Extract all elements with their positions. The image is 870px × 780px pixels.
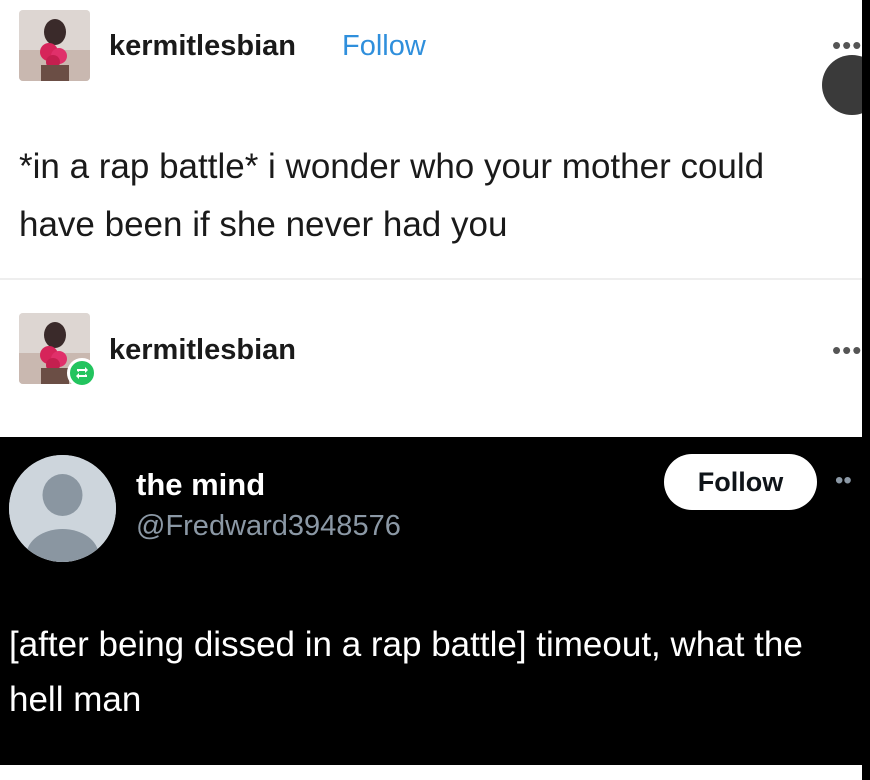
more-options-icon[interactable]: •• — [835, 467, 852, 495]
divider — [0, 278, 862, 280]
post-username[interactable]: kermitlesbian — [109, 30, 296, 63]
tweet-body: [after being dissed in a rap battle] tim… — [9, 625, 803, 719]
tweet-handle[interactable]: @Fredward3948576 — [136, 510, 401, 543]
reblog-username[interactable]: kermitlesbian — [109, 334, 296, 367]
reblog-icon — [67, 358, 97, 388]
bottom-margin — [0, 765, 862, 780]
follow-button[interactable]: Follow — [664, 454, 817, 510]
user-avatar[interactable] — [19, 10, 90, 81]
embedded-tweet: the mind @Fredward3948576 Follow •• [aft… — [0, 437, 862, 765]
follow-link[interactable]: Follow — [342, 30, 426, 63]
tumblr-post: kermitlesbian Follow ••• *in a rap battl… — [0, 0, 870, 278]
tweet-display-name[interactable]: the mind — [136, 467, 265, 503]
default-avatar-icon[interactable] — [9, 455, 116, 562]
avatar-photo-icon — [19, 10, 90, 81]
more-options-icon[interactable]: ••• — [832, 335, 862, 366]
right-edge-bar — [862, 0, 870, 780]
post-body: *in a rap battle* i wonder who your moth… — [19, 147, 765, 244]
